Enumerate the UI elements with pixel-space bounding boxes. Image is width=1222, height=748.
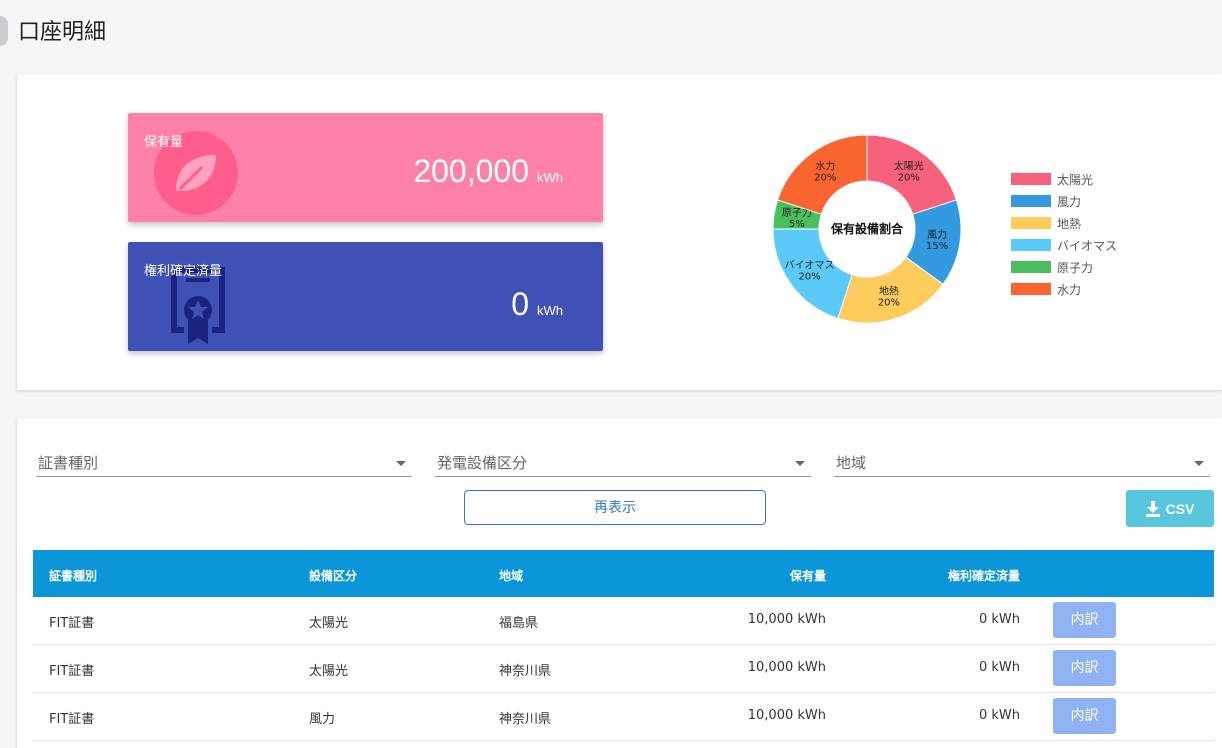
slice-label: バイオマス [785,260,835,272]
header-holding[interactable]: 保有量 [790,567,826,584]
cell-holding: 10,000 kWh [747,708,826,723]
csv-download-button[interactable]: CSV [1126,490,1214,527]
summary-card: 保有量 200,000 kWh 権利確定済量 0 kWh 太陽光 20% 風力 15% 地熱… [17,74,1222,390]
legend-item[interactable]: 太陽光 [1011,168,1117,190]
legend-item[interactable]: 地熱 [1011,212,1117,234]
csv-label: CSV [1165,500,1195,517]
legend-label: バイオマス [1057,238,1118,253]
confirmed-value-group: 0 kWh [511,286,563,323]
confirmed-card: 権利確定済量 0 kWh [128,242,603,351]
breakdown-button[interactable]: 内訳 [1053,698,1116,734]
legend-label: 地熱 [1057,216,1082,231]
cell-cert: FIT証書 [49,664,95,679]
ownership-donut-chart: 太陽光 20% 風力 15% 地熱 20% バイオマス 20% 原子力 5% 水力 20% 保有設備割合 [772,134,962,324]
cert-type-placeholder: 証書種別 [38,454,99,472]
legend-swatch [1011,173,1051,185]
table-row: FIT証書 太陽光 福島県 10,000 kWh 0 kWh 内訳 [33,597,1214,645]
slice-label: 太陽光 [894,160,924,173]
cell-facility: 太陽光 [309,664,349,679]
legend-swatch [1011,217,1051,229]
breakdown-button[interactable]: 内訳 [1053,650,1116,686]
header-facility[interactable]: 設備区分 [309,567,357,584]
holding-value: 200,000 [413,153,529,189]
legend-swatch [1011,195,1051,207]
confirmed-value: 0 [511,286,529,322]
holdings-table: 証書種別 設備区分 地域 保有量 権利確定済量 FIT証書 太陽光 福島県 10… [33,550,1214,741]
region-select[interactable]: 地域 [834,448,1210,477]
slice-percent: 5% [789,219,805,230]
holding-label: 保有量 [144,135,184,150]
legend-label: 原子力 [1057,260,1094,275]
slice-label: 地熱 [879,285,899,298]
download-icon [1145,500,1160,517]
chevron-down-icon [1194,461,1204,466]
breakdown-button[interactable]: 内訳 [1053,602,1116,638]
cell-facility: 太陽光 [309,616,349,631]
holding-card: 保有量 200,000 kWh [128,113,603,222]
cell-holding: 10,000 kWh [747,660,826,675]
legend-label: 太陽光 [1057,172,1094,187]
legend-swatch [1011,239,1051,251]
confirmed-unit: kWh [537,303,563,318]
legend-item[interactable]: 原子力 [1011,256,1117,278]
slice-label: 水力 [815,160,835,173]
chart-legend: 太陽光風力地熱バイオマス原子力水力 [1011,168,1117,300]
table-row: FIT証書 太陽光 神奈川県 10,000 kWh 0 kWh 内訳 [33,645,1214,693]
holding-value-group: 200,000 kWh [413,153,563,190]
chart-title: 保有設備割合 [830,221,904,236]
header-tab-edge [0,16,8,46]
redisplay-button[interactable]: 再表示 [464,490,766,525]
slice-percent: 15% [926,241,948,252]
cell-region: 神奈川県 [499,712,552,727]
slice-percent: 20% [878,298,900,309]
confirmed-label: 権利確定済量 [144,264,223,279]
holding-unit: kWh [537,170,563,185]
legend-swatch [1011,261,1051,273]
page-header: 口座明細 [0,10,1222,50]
cell-confirmed: 0 kWh [978,612,1020,627]
cell-confirmed: 0 kWh [978,708,1020,723]
cell-confirmed: 0 kWh [978,660,1020,675]
slice-percent: 20% [814,173,836,184]
slice-label: 風力 [927,228,947,241]
cell-facility: 風力 [309,712,336,727]
cell-region: 神奈川県 [499,664,552,679]
legend-label: 水力 [1057,282,1082,297]
legend-label: 風力 [1057,194,1082,209]
slice-percent: 20% [798,272,820,283]
cell-holding: 10,000 kWh [747,612,826,627]
table-row: FIT証書 風力 神奈川県 10,000 kWh 0 kWh 内訳 [33,693,1214,741]
legend-item[interactable]: バイオマス [1011,234,1117,256]
legend-swatch [1011,283,1051,295]
chevron-down-icon [396,461,406,466]
cell-cert: FIT証書 [49,616,95,631]
chevron-down-icon [795,461,805,466]
header-region[interactable]: 地域 [499,567,523,584]
header-cert-type[interactable]: 証書種別 [49,567,97,584]
cell-cert: FIT証書 [49,712,95,727]
cert-type-select[interactable]: 証書種別 [36,448,412,477]
legend-item[interactable]: 風力 [1011,190,1117,212]
table-header: 証書種別 設備区分 地域 保有量 権利確定済量 [33,550,1214,597]
facility-type-placeholder: 発電設備区分 [437,454,528,472]
facility-type-select[interactable]: 発電設備区分 [435,448,811,477]
list-card: 証書種別 発電設備区分 地域 再表示 CSV 証書種別 設備区分 地域 保有量 … [17,418,1222,748]
cell-region: 福島県 [499,616,539,631]
header-confirmed[interactable]: 権利確定済量 [948,567,1020,584]
page-title: 口座明細 [18,20,107,45]
region-placeholder: 地域 [836,454,867,472]
legend-item[interactable]: 水力 [1011,278,1117,300]
slice-percent: 20% [898,173,920,184]
